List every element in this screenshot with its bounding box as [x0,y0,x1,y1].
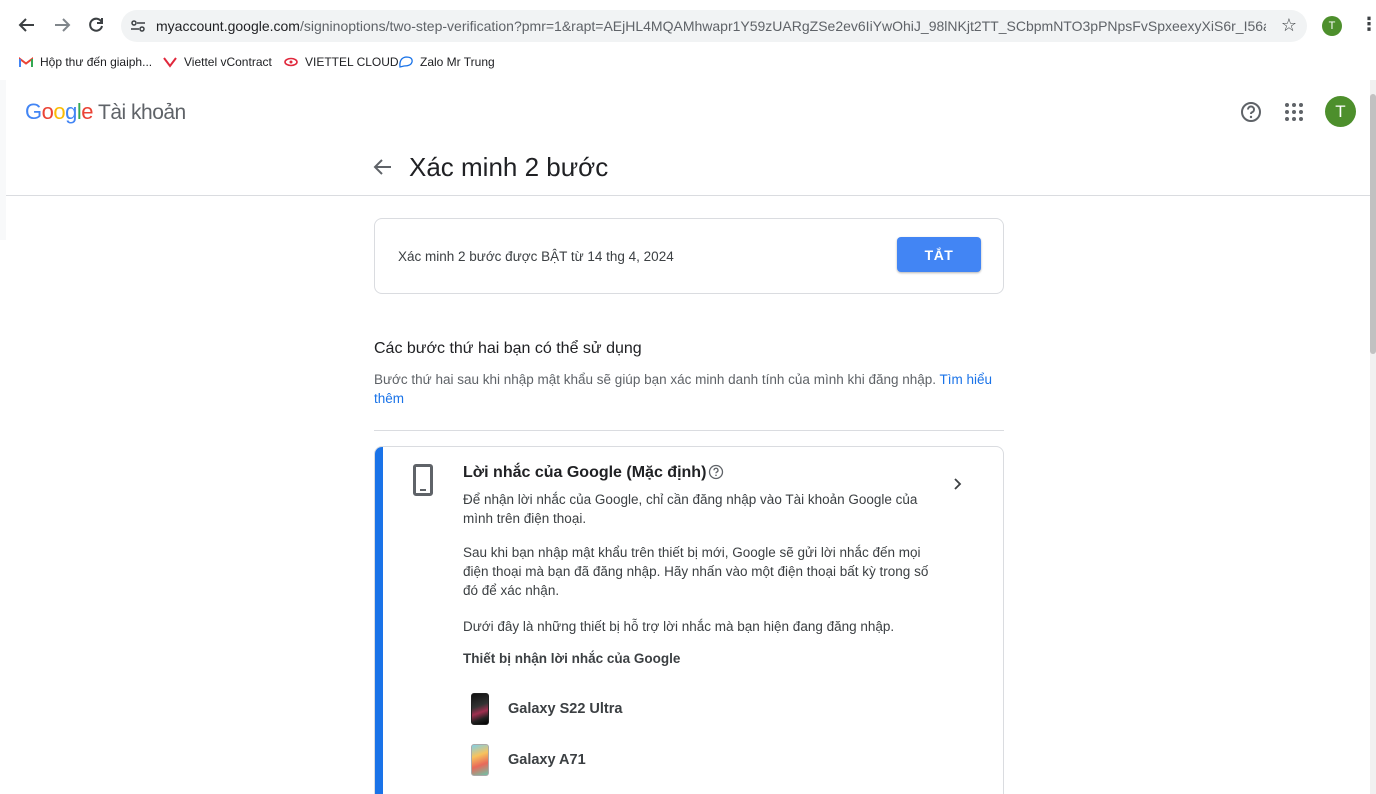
devices-title: Thiết bị nhận lời nhắc của Google [463,651,681,666]
help-icon[interactable] [1240,101,1262,123]
logo-letter: G [25,99,42,124]
logo-letter: o [53,99,66,124]
bookmark-viettel-vcontract[interactable]: Viettel vContract [162,54,272,70]
section-title: Các bước thứ hai bạn có thể sử dụng [374,340,642,357]
reload-icon[interactable] [84,13,108,37]
google-apps-icon[interactable] [1284,102,1304,122]
bookmark-label: Hộp thư đến giaiph... [40,55,153,69]
account-avatar[interactable]: T [1325,96,1356,127]
logo-letter: o [41,99,54,124]
gmail-icon [18,54,34,70]
google-prompt-card[interactable]: Lời nhắc của Google (Mặc định) Để nhận l… [374,446,1004,794]
scrollbar-thumb[interactable] [1370,94,1376,354]
google-account-header: Google Tài khoản T [0,80,1370,144]
logo-letter: e [81,99,94,124]
viettel-cloud-icon [283,54,299,70]
device-name: Galaxy S22 Ultra [508,701,623,717]
divider [374,430,1004,431]
bookmark-gmail[interactable]: Hộp thư đến giaiph... [18,54,152,70]
page-title: Xác minh 2 bước [409,152,609,182]
product-name: Tài khoản [98,101,186,124]
address-bar[interactable]: myaccount.google.com/signinoptions/two-s… [121,10,1307,42]
scrollbar[interactable] [1370,80,1376,794]
method-title: Lời nhắc của Google (Mặc định) [463,464,707,481]
section-description: Bước thứ hai sau khi nhập mật khẩu sẽ gi… [374,370,994,408]
card-accent-bar [375,447,383,794]
bookmark-label: Zalo Mr Trung [420,55,495,69]
method-paragraph: Dưới đây là những thiết bị hỗ trợ lời nh… [463,619,895,634]
browser-profile-avatar[interactable]: T [1322,16,1342,36]
logo-letter: g [65,99,77,124]
bookmark-zalo[interactable]: Zalo Mr Trung [398,54,495,70]
method-help-icon[interactable] [708,464,724,480]
method-paragraph: Để nhận lời nhắc của Google, chỉ cần đăn… [463,492,918,526]
device-item: Galaxy S22 Ultra [471,693,622,725]
status-card: Xác minh 2 bước được BẬT từ 14 thg 4, 20… [374,218,1004,294]
google-account-logo[interactable]: Google Tài khoản [25,99,186,125]
turn-off-button[interactable]: TẮT [897,237,981,272]
viettel-icon [162,54,178,70]
zalo-icon [398,54,414,70]
bookmark-label: VIETTEL CLOUD [305,55,399,69]
bookmark-viettel-cloud[interactable]: VIETTEL CLOUD [283,54,399,70]
device-item: Galaxy A71 [471,744,586,776]
page-title-bar: Xác minh 2 bước [6,144,1372,196]
back-icon[interactable] [15,13,39,37]
bookmark-label: Viettel vContract [184,55,272,69]
forward-icon[interactable] [50,13,74,37]
browser-menu-icon[interactable]: ⋮ [1360,14,1376,35]
phone-image [471,744,489,776]
chevron-right-icon[interactable] [950,477,964,491]
back-arrow-icon[interactable] [372,156,394,178]
section-desc-text: Bước thứ hai sau khi nhập mật khẩu sẽ gi… [374,372,937,387]
phone-icon [413,464,433,496]
bookmarks-bar: Hộp thư đến giaiph... Viettel vContract … [0,50,1376,76]
device-name: Galaxy A71 [508,752,586,768]
site-info-icon[interactable] [129,17,147,35]
method-paragraph: Sau khi bạn nhập mật khẩu trên thiết bị … [463,545,929,598]
phone-image [471,693,489,725]
browser-toolbar: myaccount.google.com/signinoptions/two-s… [0,0,1376,50]
bookmark-star-icon[interactable]: ☆ [1281,15,1297,36]
page-viewport: Google Tài khoản T Xác minh 2 bước Xác m… [0,80,1376,794]
url-text[interactable]: myaccount.google.com/signinoptions/two-s… [156,18,1266,34]
status-text: Xác minh 2 bước được BẬT từ 14 thg 4, 20… [398,249,674,264]
